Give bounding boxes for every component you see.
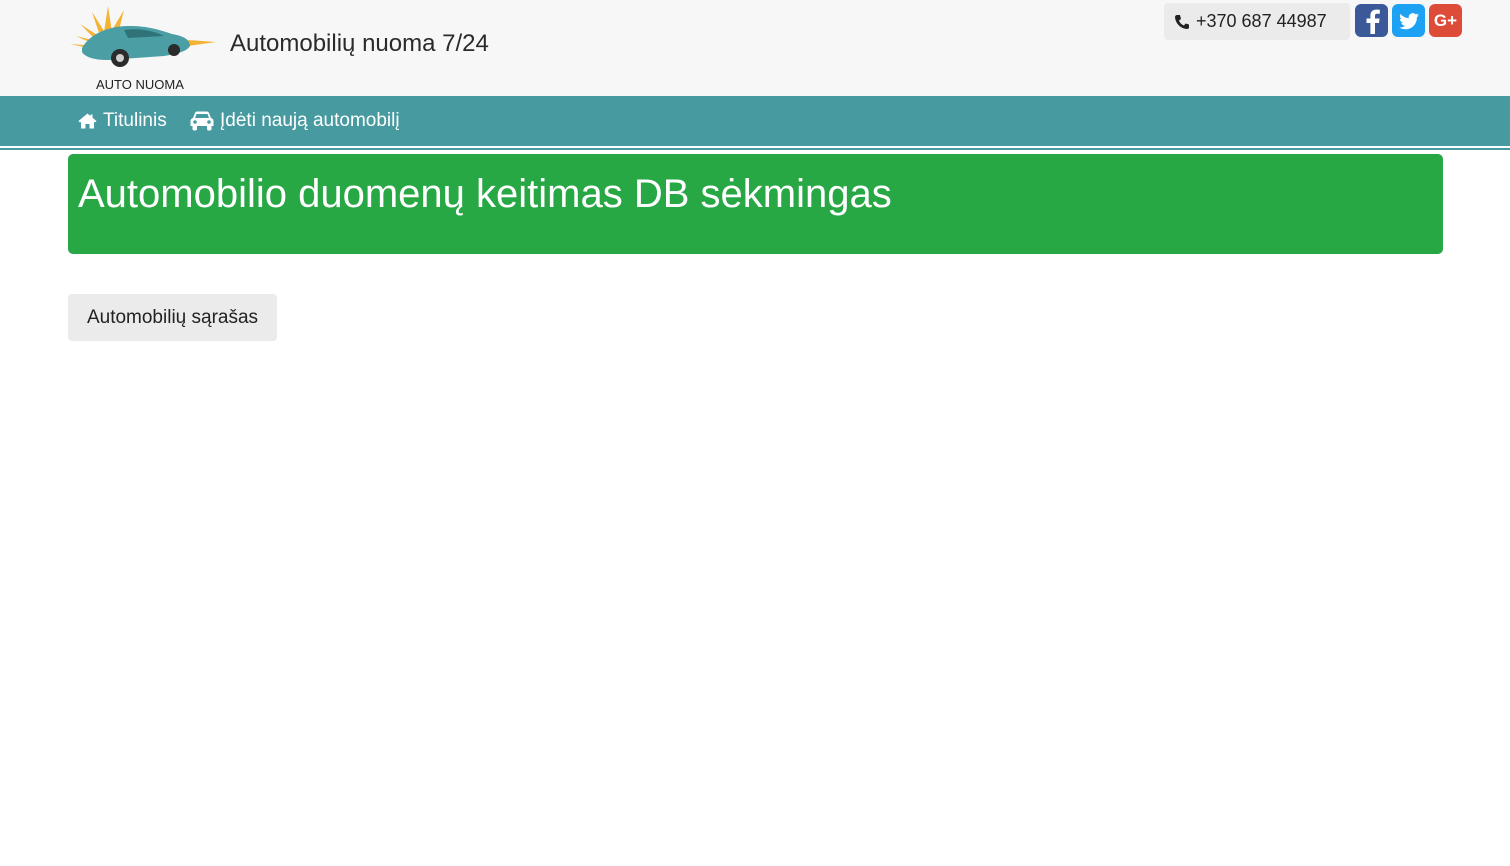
nav-item-home[interactable]: Titulinis xyxy=(78,96,167,146)
phone-number[interactable]: +370 687 44987 xyxy=(1164,3,1350,40)
google-plus-icon[interactable]: G+ xyxy=(1429,4,1462,37)
nav-item-add-car-label: Įdėti naują automobilį xyxy=(220,110,400,131)
facebook-glyph xyxy=(1366,9,1380,34)
twitter-icon[interactable] xyxy=(1392,4,1425,37)
car-list-button[interactable]: Automobilių sąrašas xyxy=(68,294,277,341)
navbar-underline xyxy=(0,148,1510,150)
main-navbar: Titulinis Įdėti naują automobilį xyxy=(0,96,1510,146)
phone-text: +370 687 44987 xyxy=(1196,11,1327,31)
google-plus-glyph: G+ xyxy=(1433,10,1458,30)
nav-item-add-car[interactable]: Įdėti naują automobilį xyxy=(190,96,400,146)
success-message: Automobilio duomenų keitimas DB sėkminga… xyxy=(78,172,892,216)
logo-text: AUTO NUOMA xyxy=(96,77,184,92)
logo[interactable]: AUTO NUOMA xyxy=(68,4,218,92)
site-title: Automobilių nuoma 7/24 xyxy=(230,30,489,57)
car-icon xyxy=(190,111,214,131)
facebook-icon[interactable] xyxy=(1355,4,1388,37)
home-icon xyxy=(78,113,97,129)
twitter-glyph xyxy=(1398,12,1419,29)
nav-item-home-label: Titulinis xyxy=(103,110,167,131)
car-logo-icon xyxy=(70,6,216,67)
phone-icon xyxy=(1175,14,1189,29)
site-header: AUTO NUOMA Automobilių nuoma 7/24 +370 6… xyxy=(0,0,1510,96)
success-alert: Automobilio duomenų keitimas DB sėkminga… xyxy=(68,154,1443,254)
